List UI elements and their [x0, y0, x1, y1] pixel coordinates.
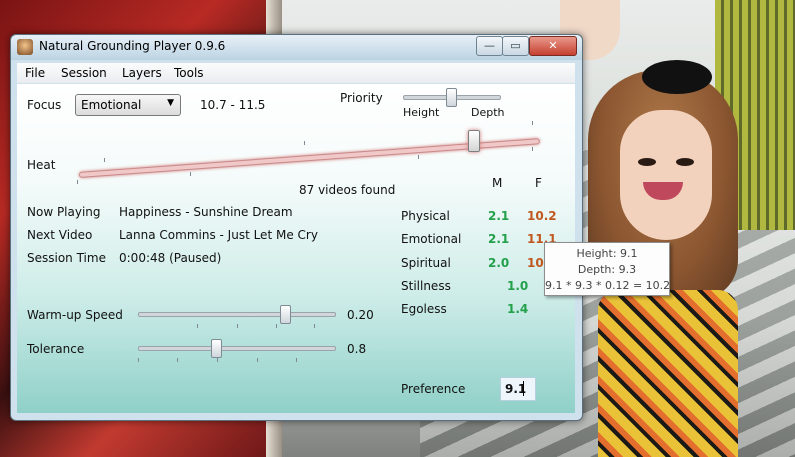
- menu-bar: File Session Layers Tools: [17, 63, 575, 83]
- heat-tick: [532, 147, 533, 151]
- column-header-m: M: [492, 176, 503, 190]
- rating-stillness-label: Stillness: [401, 279, 451, 293]
- menu-layers[interactable]: Layers: [122, 66, 162, 80]
- warmup-tick: [314, 324, 315, 328]
- warmup-slider-track[interactable]: [138, 312, 336, 317]
- tooltip-formula: 9.1 * 9.3 * 0.12 = 10.2: [545, 279, 671, 292]
- focus-range: 10.7 - 11.5: [200, 98, 266, 112]
- rating-physical-label: Physical: [401, 209, 450, 223]
- tolerance-value: 0.8: [347, 342, 367, 356]
- rating-emotional-m: 2.1: [488, 232, 510, 246]
- heat-label: Heat: [27, 158, 56, 172]
- priority-right-label: Depth: [471, 106, 505, 119]
- warmup-speed-value: 0.20: [347, 308, 374, 322]
- focus-dropdown-value: Emotional: [81, 98, 142, 112]
- rating-stillness-m: 1.0: [507, 279, 529, 293]
- priority-left-label: Height: [403, 106, 440, 119]
- rating-spiritual-m: 2.0: [488, 256, 510, 270]
- tolerance-slider-track[interactable]: [138, 346, 336, 351]
- tooltip-height: Height: 9.1: [576, 247, 638, 260]
- video-person-dress: [598, 290, 738, 457]
- tolerance-tick: [296, 358, 297, 362]
- heat-tick: [304, 141, 305, 145]
- app-icon[interactable]: [17, 39, 33, 55]
- focus-label: Focus: [27, 98, 62, 112]
- heat-tick: [190, 172, 191, 176]
- tolerance-tick: [217, 358, 218, 362]
- warmup-tick: [276, 324, 277, 328]
- tolerance-slider-thumb[interactable]: [211, 339, 223, 358]
- tolerance-tick: [257, 358, 258, 362]
- heat-slider-thumb[interactable]: [468, 130, 480, 152]
- rating-tooltip: Height: 9.1 Depth: 9.3 9.1 * 9.3 * 0.12 …: [544, 242, 670, 296]
- rating-emotional-label: Emotional: [401, 232, 462, 246]
- rating-physical-f: 10.2: [527, 209, 557, 223]
- warmup-slider-thumb[interactable]: [280, 305, 291, 324]
- heat-tick: [104, 158, 105, 162]
- title-bar[interactable]: Natural Grounding Player 0.9.6 — ▭ ✕: [11, 35, 582, 60]
- session-time-value: 0:00:48 (Paused): [119, 251, 222, 265]
- video-person-eye-right: [676, 158, 694, 166]
- heat-tick: [418, 155, 419, 159]
- close-button[interactable]: ✕: [529, 36, 577, 56]
- window-title: Natural Grounding Player 0.9.6: [39, 39, 226, 53]
- column-header-f: F: [535, 176, 542, 190]
- text-caret: [523, 381, 524, 396]
- now-playing-label: Now Playing: [27, 205, 101, 219]
- rating-spiritual-label: Spiritual: [401, 256, 451, 270]
- warmup-tick: [237, 324, 238, 328]
- now-playing-value: Happiness - Sunshine Dream: [119, 205, 293, 219]
- heat-tick: [532, 121, 533, 125]
- maximize-button[interactable]: ▭: [502, 36, 529, 56]
- tolerance-tick: [138, 358, 139, 362]
- rating-egoless-m: 1.4: [507, 302, 529, 316]
- main-panel: Focus Emotional ▼ 10.7 - 11.5 Priority H…: [17, 84, 575, 413]
- next-video-label: Next Video: [27, 228, 93, 242]
- priority-slider-thumb[interactable]: [446, 88, 457, 107]
- preference-input[interactable]: 9.1: [500, 377, 536, 401]
- menu-file[interactable]: File: [25, 66, 45, 80]
- tolerance-label: Tolerance: [27, 342, 85, 356]
- video-person-face: [620, 110, 712, 240]
- videos-found: 87 videos found: [299, 183, 396, 197]
- menu-tools[interactable]: Tools: [174, 66, 204, 80]
- tolerance-tick: [177, 358, 178, 362]
- chevron-down-icon: ▼: [167, 98, 174, 108]
- rating-physical-m: 2.1: [488, 209, 510, 223]
- video-person-bow: [642, 60, 712, 94]
- warmup-speed-label: Warm-up Speed: [27, 308, 123, 322]
- heat-tick: [77, 180, 78, 184]
- rating-egoless-label: Egoless: [401, 302, 447, 316]
- tooltip-depth: Depth: 9.3: [577, 263, 637, 276]
- focus-dropdown[interactable]: Emotional ▼: [75, 94, 181, 116]
- app-window: Natural Grounding Player 0.9.6 — ▭ ✕ Fil…: [10, 34, 583, 421]
- priority-label: Priority: [340, 91, 383, 105]
- next-video-value: Lanna Commins - Just Let Me Cry: [119, 228, 318, 242]
- video-person-eye-left: [638, 158, 656, 166]
- menu-session[interactable]: Session: [61, 66, 107, 80]
- minimize-button[interactable]: —: [476, 36, 503, 56]
- session-time-label: Session Time: [27, 251, 106, 265]
- warmup-tick: [197, 324, 198, 328]
- preference-label: Preference: [401, 382, 466, 396]
